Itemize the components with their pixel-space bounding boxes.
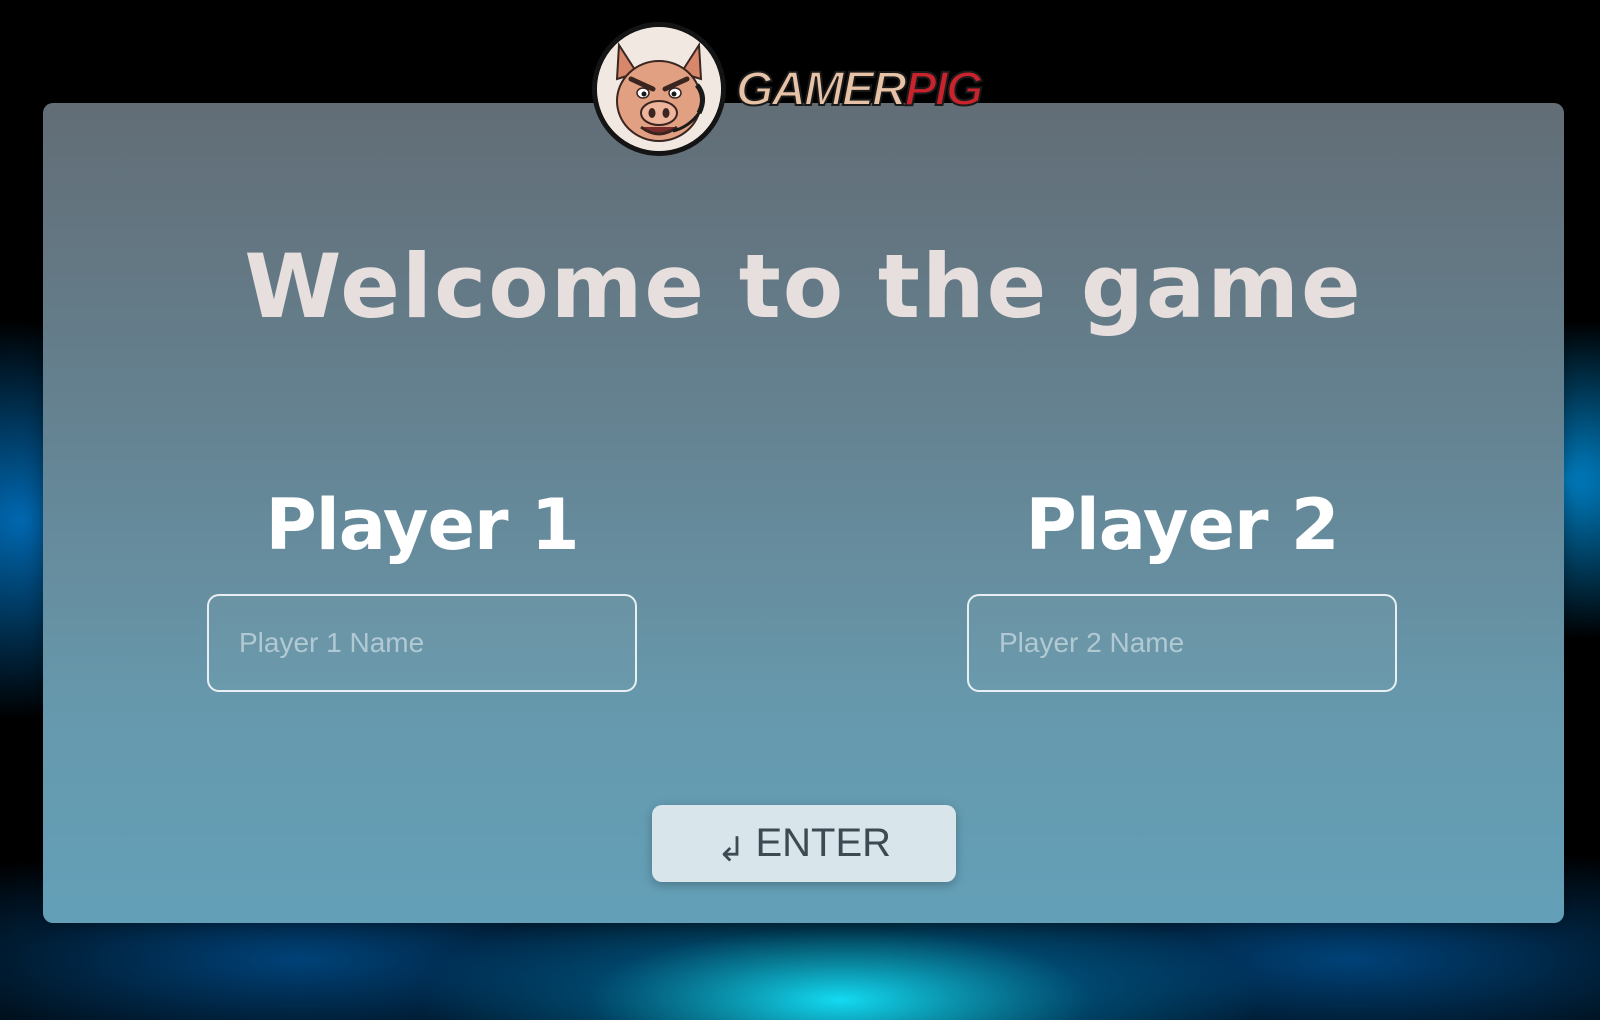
- pig-mascot-icon: [592, 22, 726, 156]
- enter-button[interactable]: ↲ ENTER: [652, 805, 956, 882]
- enter-button-label: ENTER: [755, 821, 892, 865]
- logo-word-pig: PIG: [904, 63, 985, 116]
- player-2-label: Player 2: [1025, 484, 1339, 566]
- gamerpig-logo: GAMERPIG: [592, 22, 992, 162]
- player-1-label: Player 1: [265, 484, 579, 566]
- page-title: Welcome to the game: [244, 235, 1363, 338]
- logo-word-gamer: GAMER: [735, 63, 908, 116]
- return-arrow-icon: ↲: [716, 830, 746, 869]
- player-2-name-input[interactable]: [967, 594, 1397, 692]
- player-1-name-input[interactable]: [207, 594, 637, 692]
- logo-wordmark: GAMERPIG: [735, 63, 985, 116]
